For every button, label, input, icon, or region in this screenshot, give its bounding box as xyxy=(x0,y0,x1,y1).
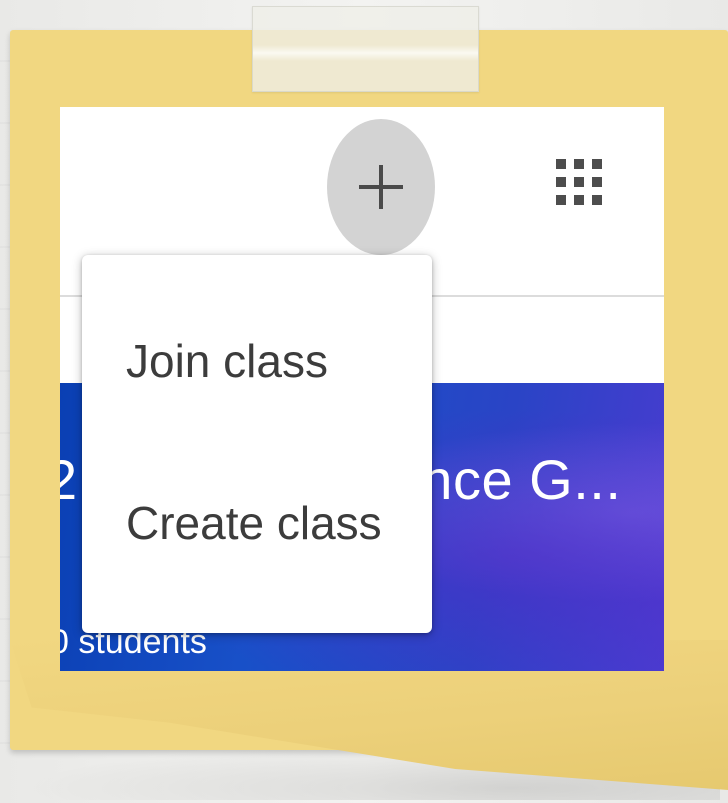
classroom-screenshot: 2 ence G... 0 students Join class Create … xyxy=(60,107,664,671)
create-class-item[interactable]: Create class xyxy=(82,463,432,583)
join-class-item[interactable]: Join class xyxy=(82,301,432,421)
plus-icon xyxy=(359,165,403,209)
apps-grid-icon[interactable] xyxy=(556,159,604,211)
add-class-button[interactable] xyxy=(327,119,435,255)
tape-strip xyxy=(252,6,479,92)
add-menu: Join class Create class xyxy=(82,255,432,633)
